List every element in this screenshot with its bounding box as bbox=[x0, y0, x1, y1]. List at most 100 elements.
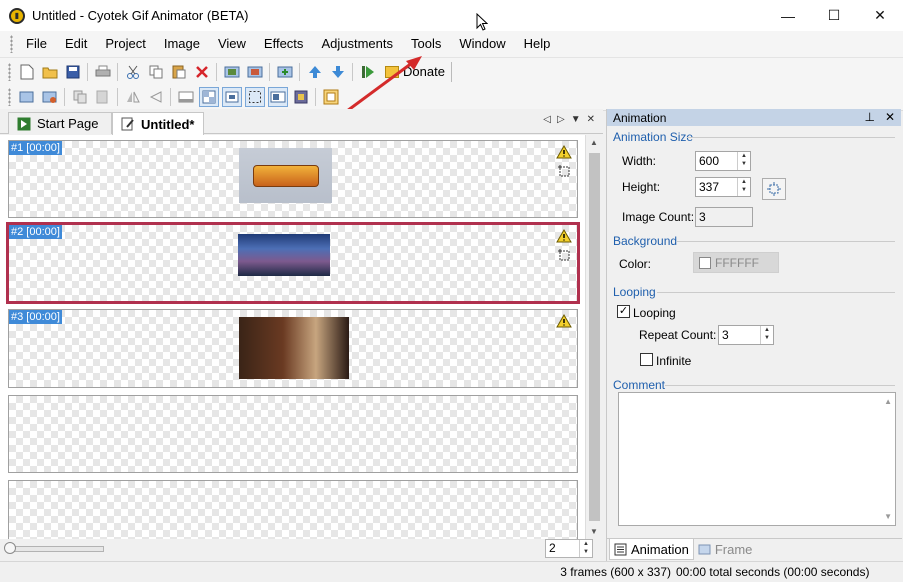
close-button[interactable]: ✕ bbox=[857, 0, 903, 31]
spin-arrows-icon[interactable]: ▲ ▼ bbox=[737, 178, 750, 196]
comment-textarea[interactable]: ▲ ▼ bbox=[618, 392, 896, 526]
fit-to-window-toggle[interactable] bbox=[221, 87, 242, 107]
repeat-count-label: Repeat Count: bbox=[639, 328, 717, 342]
height-value: 337 bbox=[699, 180, 720, 194]
spin-arrows-icon[interactable]: ▲ ▼ bbox=[579, 540, 592, 557]
dashed-border-icon bbox=[248, 91, 261, 103]
cut-button[interactable] bbox=[123, 62, 143, 82]
resize-canvas-button[interactable] bbox=[762, 178, 786, 200]
repeat-count-value: 3 bbox=[722, 328, 729, 342]
add-frame-icon bbox=[277, 66, 292, 77]
zoom-stepper[interactable]: 2 ▲ ▼ bbox=[545, 539, 593, 558]
copy-icon bbox=[149, 65, 162, 78]
scroll-down-icon[interactable]: ▼ bbox=[884, 512, 892, 521]
onion-skin-button[interactable] bbox=[176, 87, 196, 107]
menu-edit[interactable]: Edit bbox=[56, 33, 96, 55]
delete-button[interactable] bbox=[192, 62, 212, 82]
color-value: FFFFFF bbox=[715, 255, 759, 270]
menu-effects[interactable]: Effects bbox=[255, 33, 313, 55]
frame-list: #1 [00:00] #2 [00:00] #3 [00:00] bbox=[0, 135, 585, 539]
tab-animation[interactable]: Animation bbox=[609, 539, 694, 560]
export-frames-button[interactable] bbox=[245, 62, 265, 82]
flip-horizontal-button[interactable] bbox=[123, 87, 143, 107]
frame-item-selected[interactable]: #2 [00:00] bbox=[6, 222, 580, 304]
add-frame-button[interactable] bbox=[275, 62, 295, 82]
toolbar-separator bbox=[170, 88, 171, 106]
scroll-down-icon[interactable]: ▼ bbox=[590, 527, 598, 536]
image-count-label: Image Count: bbox=[622, 210, 695, 224]
looping-checkbox[interactable]: ✓ bbox=[617, 305, 630, 318]
start-page-icon bbox=[17, 117, 31, 130]
spin-arrows-icon[interactable]: ▲ ▼ bbox=[737, 152, 750, 170]
save-button[interactable] bbox=[63, 62, 83, 82]
show-info-toggle[interactable] bbox=[267, 87, 288, 107]
settings-button[interactable] bbox=[291, 87, 311, 107]
zoom-value: 2 bbox=[549, 541, 556, 555]
paste-frame-button[interactable] bbox=[93, 87, 113, 107]
section-divider bbox=[665, 385, 895, 386]
section-divider bbox=[657, 292, 895, 293]
paste-button[interactable] bbox=[169, 62, 189, 82]
pin-icon[interactable]: ⊥ bbox=[864, 110, 874, 124]
open-file-button[interactable] bbox=[40, 62, 60, 82]
toolbar-separator bbox=[299, 62, 300, 81]
transparency-grid-toggle[interactable] bbox=[198, 87, 219, 107]
scroll-up-icon[interactable]: ▲ bbox=[884, 397, 892, 406]
save-icon bbox=[66, 65, 79, 78]
copy-frame-button[interactable] bbox=[70, 87, 90, 107]
frame-label: #3 [00:00] bbox=[9, 310, 62, 324]
settings-icon bbox=[294, 90, 307, 104]
background-color-picker[interactable]: FFFFFF bbox=[693, 252, 779, 273]
height-stepper[interactable]: 337 ▲ ▼ bbox=[695, 177, 751, 197]
new-file-button[interactable] bbox=[17, 62, 37, 82]
menu-image[interactable]: Image bbox=[155, 33, 209, 55]
tab-scroll-right-icon[interactable]: ▷ bbox=[557, 114, 565, 125]
panel-close-icon[interactable]: ✕ bbox=[885, 110, 895, 124]
reverse-icon bbox=[42, 91, 56, 103]
tab-untitled[interactable]: Untitled* bbox=[112, 112, 204, 135]
tab-list-icon[interactable]: ▼ bbox=[571, 114, 581, 125]
section-divider bbox=[677, 241, 895, 242]
menu-window[interactable]: Window bbox=[450, 33, 514, 55]
tab-start-page[interactable]: Start Page bbox=[8, 112, 112, 134]
status-bar: 3 frames (600 x 337) 00:00 total seconds… bbox=[0, 561, 903, 582]
import-frames-button[interactable] bbox=[222, 62, 242, 82]
copy-button[interactable] bbox=[146, 62, 166, 82]
minimize-button[interactable]: — bbox=[765, 0, 811, 31]
frame-thumbnail bbox=[238, 234, 330, 276]
mouse-cursor-icon bbox=[476, 13, 488, 31]
toolbar-grip bbox=[8, 62, 11, 81]
menu-help[interactable]: Help bbox=[515, 33, 560, 55]
menu-project[interactable]: Project bbox=[96, 33, 154, 55]
frame-item[interactable]: #1 [00:00] bbox=[8, 140, 578, 218]
section-comment: Comment bbox=[613, 378, 666, 392]
spin-arrows-icon[interactable]: ▲ ▼ bbox=[760, 326, 773, 344]
menu-file[interactable]: File bbox=[17, 33, 56, 55]
resize-image-icon bbox=[19, 91, 33, 103]
scrollbar-thumb[interactable] bbox=[589, 153, 600, 521]
scroll-up-icon[interactable]: ▲ bbox=[590, 138, 598, 147]
frame-tab-icon bbox=[698, 544, 711, 555]
flip-vertical-button[interactable] bbox=[146, 87, 166, 107]
maximize-button[interactable]: ☐ bbox=[811, 0, 857, 31]
menu-view[interactable]: View bbox=[209, 33, 255, 55]
zoom-slider-handle[interactable] bbox=[4, 542, 16, 554]
looping-checkbox-label: Looping bbox=[633, 306, 676, 320]
width-stepper[interactable]: 600 ▲ ▼ bbox=[695, 151, 751, 171]
zoom-slider[interactable] bbox=[8, 546, 104, 552]
infinite-checkbox[interactable] bbox=[640, 353, 653, 366]
reverse-button[interactable] bbox=[40, 87, 60, 107]
frames-icon bbox=[224, 66, 239, 77]
repeat-count-stepper[interactable]: 3 ▲ ▼ bbox=[718, 325, 774, 345]
frame-item[interactable]: #3 [00:00] bbox=[8, 309, 578, 388]
section-divider bbox=[687, 137, 895, 138]
print-button[interactable] bbox=[93, 62, 113, 82]
tab-frame[interactable]: Frame bbox=[694, 539, 757, 560]
empty-frame-slot bbox=[8, 395, 578, 473]
tab-scroll-left-icon[interactable]: ◁ bbox=[543, 114, 551, 125]
resize-button[interactable] bbox=[17, 87, 37, 107]
frame-list-scrollbar[interactable]: ▲ ▼ bbox=[585, 135, 602, 539]
show-frame-border-toggle[interactable] bbox=[244, 87, 265, 107]
tab-close-icon[interactable]: ✕ bbox=[587, 114, 595, 125]
section-animation-size: Animation Size bbox=[613, 130, 694, 144]
